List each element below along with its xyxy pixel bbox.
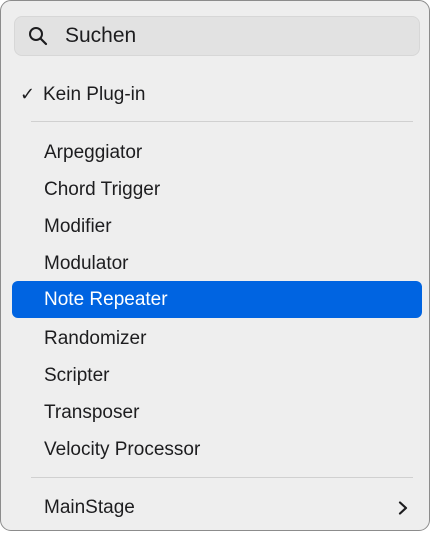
menu-item-note-repeater[interactable]: Note Repeater	[12, 281, 422, 318]
menu-divider	[31, 121, 413, 122]
menu-divider	[31, 477, 413, 478]
menu-item-scripter[interactable]: Scripter	[12, 357, 422, 394]
menu-item-label: Chord Trigger	[44, 179, 161, 200]
menu-item-kein-plug-in[interactable]: ✓ Kein Plug-in	[12, 76, 422, 113]
menu-item-label: Modulator	[44, 253, 129, 274]
checkmark-icon: ✓	[20, 84, 36, 104]
menu-item-arpeggiator[interactable]: Arpeggiator	[12, 134, 422, 171]
menu-item-label: Scripter	[44, 365, 110, 386]
menu-item-mainstage[interactable]: MainStage	[12, 489, 422, 526]
menu-item-transposer[interactable]: Transposer	[12, 394, 422, 431]
menu-item-randomizer[interactable]: Randomizer	[12, 320, 422, 357]
menu-item-label: Velocity Processor	[44, 439, 201, 460]
plugin-menu: ✓ Kein Plug-in Arpeggiator Chord Trigger…	[0, 0, 430, 531]
menu-item-label: Transposer	[44, 402, 140, 423]
menu-item-label: Note Repeater	[44, 289, 168, 310]
search-field[interactable]	[14, 16, 420, 56]
menu-item-label: Randomizer	[44, 328, 147, 349]
menu-item-chord-trigger[interactable]: Chord Trigger	[12, 171, 422, 208]
menu-item-modulator[interactable]: Modulator	[12, 245, 422, 282]
menu-item-label: Modifier	[44, 216, 112, 237]
search-icon	[29, 27, 48, 46]
menu-item-label: Arpeggiator	[44, 142, 143, 163]
menu-item-modifier[interactable]: Modifier	[12, 208, 422, 245]
menu-item-label: Kein Plug-in	[43, 84, 146, 105]
chevron-right-icon	[398, 501, 408, 515]
menu-item-velocity-processor[interactable]: Velocity Processor	[12, 431, 422, 468]
menu-item-label: MainStage	[44, 497, 135, 518]
search-input[interactable]	[65, 17, 405, 55]
